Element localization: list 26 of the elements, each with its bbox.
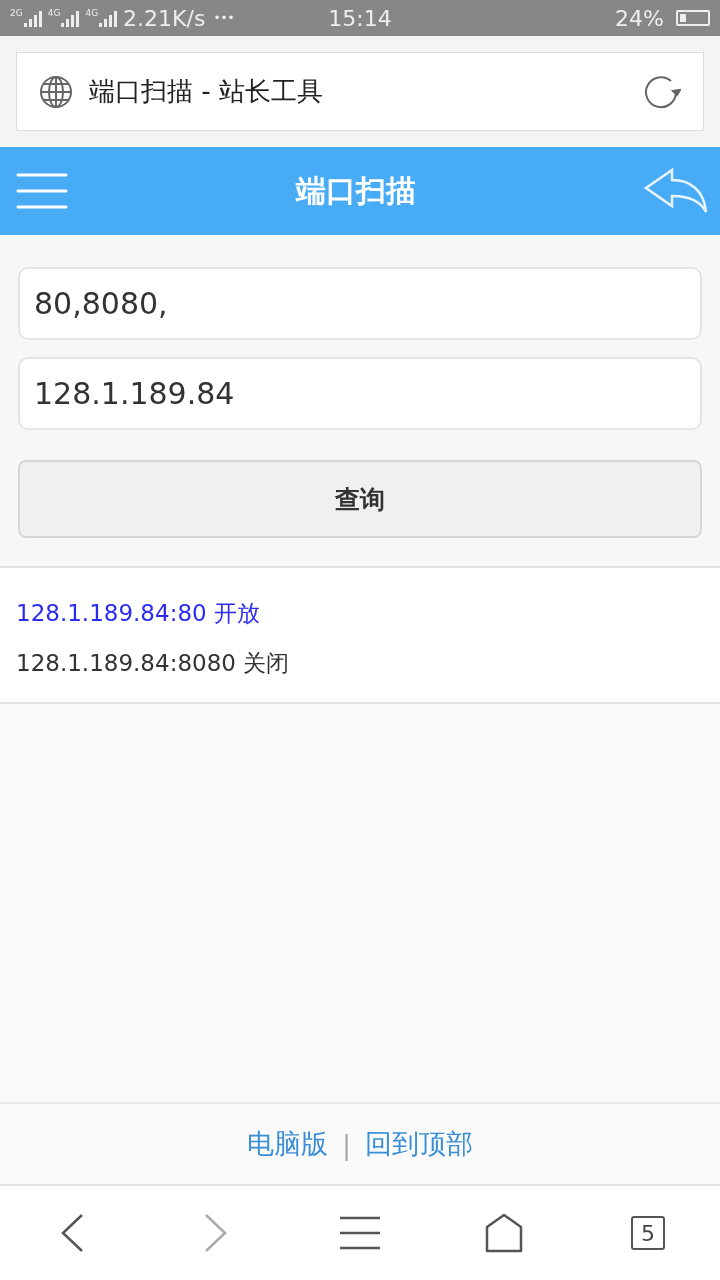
back-icon[interactable]	[60, 1213, 84, 1253]
network-label: 2G	[10, 9, 23, 18]
reload-icon[interactable]	[643, 73, 681, 110]
globe-icon	[39, 74, 73, 109]
signal-icon	[99, 9, 120, 27]
more-indicator: •••	[213, 11, 235, 25]
network-label: 4G	[47, 9, 61, 18]
signal-icon	[61, 9, 82, 27]
battery-percent: 24%	[615, 5, 664, 31]
result-line: 128.1.189.84:8080 关闭	[16, 649, 291, 678]
home-icon[interactable]	[485, 1213, 523, 1253]
network-speed: 2.21K/s	[123, 5, 206, 31]
page-title: 端口扫描 - 站长工具	[89, 75, 324, 108]
input-field[interactable]: 80,8080,	[18, 267, 702, 340]
address-bar[interactable]: 端口扫描 - 站长工具	[16, 52, 704, 131]
input-field[interactable]: 128.1.189.84	[18, 357, 702, 430]
tab-count[interactable]: 5	[631, 1216, 665, 1250]
result-line: 128.1.189.84:80 开放	[16, 599, 261, 628]
battery-icon	[676, 10, 710, 26]
network-label: 4G	[85, 9, 99, 18]
clock: 15:14	[328, 5, 392, 31]
query-button[interactable]: 查询	[18, 460, 702, 538]
separator: |	[341, 1128, 352, 1160]
header-title: 端口扫描	[294, 171, 417, 210]
menu-icon[interactable]	[340, 1216, 380, 1250]
signal-icon	[23, 9, 44, 27]
